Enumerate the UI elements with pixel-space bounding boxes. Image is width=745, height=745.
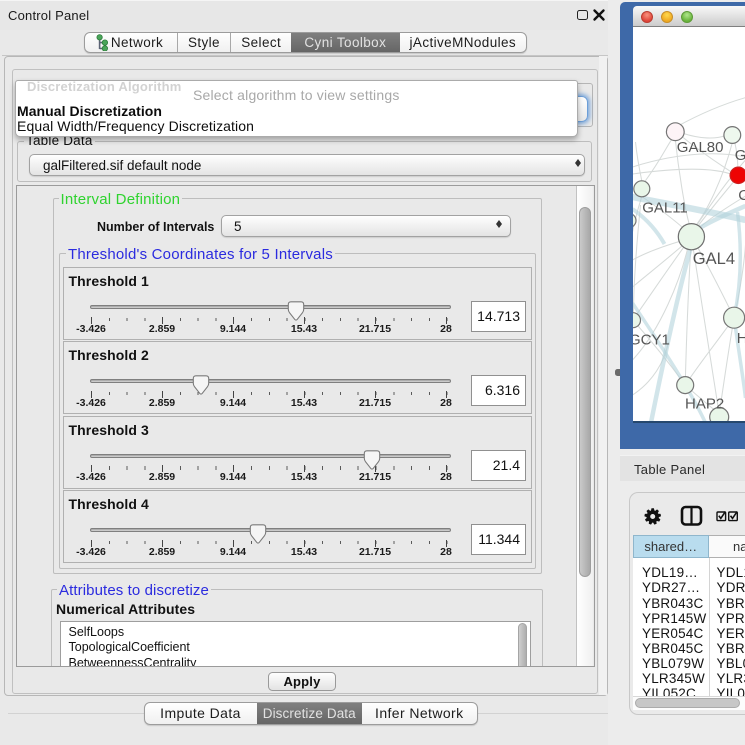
svg-text:GA: GA bbox=[734, 147, 745, 164]
svg-text:GAL80: GAL80 bbox=[676, 139, 723, 156]
svg-text:H: H bbox=[736, 330, 745, 347]
svg-text:GCY1: GCY1 bbox=[633, 332, 670, 349]
svg-text:GAL11: GAL11 bbox=[642, 200, 688, 217]
svg-text:C: C bbox=[738, 187, 745, 204]
svg-text:GAL4: GAL4 bbox=[692, 250, 734, 268]
svg-text:HAP2: HAP2 bbox=[685, 396, 724, 413]
